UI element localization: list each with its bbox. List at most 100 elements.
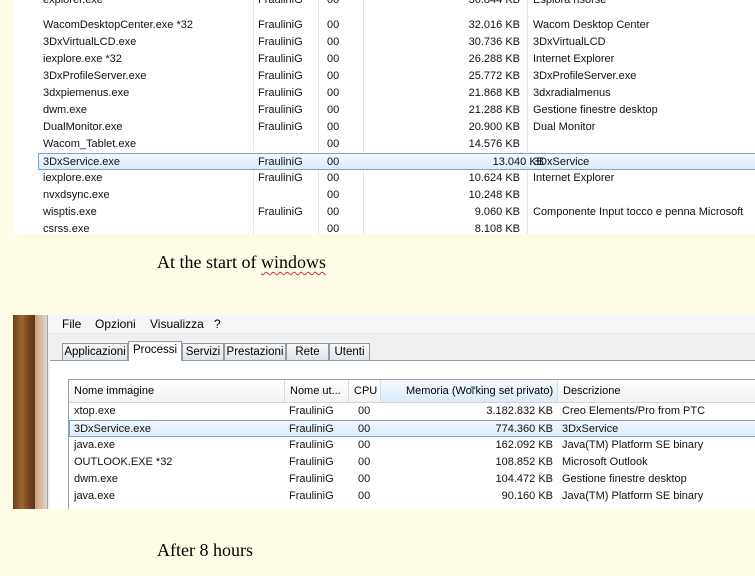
table-header: Nome immagine Nome ut... CPU ▼ Memoria (…	[69, 380, 755, 403]
process-cpu: 00	[327, 172, 340, 184]
process-description: 3DxProfileServer.exe	[533, 70, 637, 82]
processes-panel: Nome immagine Nome ut... CPU ▼ Memoria (…	[50, 360, 755, 509]
process-row[interactable]: nvxdsync.exe 00 10.248 KB	[13, 187, 755, 204]
process-row[interactable]: xtop.exe FrauliniG 00 3.182.832 KB Creo …	[69, 403, 755, 420]
process-row[interactable]: 3DxVirtualLCD.exe FrauliniG 00 30.736 KB…	[13, 34, 755, 51]
process-description: Internet Explorer	[533, 172, 615, 184]
process-memory: 14.576 KB	[468, 138, 520, 150]
process-row[interactable]: OUTLOOK.EXE *32 FrauliniG 00 108.852 KB …	[69, 454, 755, 471]
process-description: 3DxVirtualLCD	[533, 36, 606, 48]
process-name: iexplore.exe *32	[43, 53, 122, 65]
process-row-selected[interactable]: 3DxService.exe FrauliniG 00 774.360 KB 3…	[69, 420, 755, 437]
process-cpu: 00	[327, 70, 340, 82]
process-user: FrauliniG	[258, 156, 303, 168]
process-description: Gestione finestre desktop	[562, 473, 687, 485]
tab-users[interactable]: Utenti	[329, 343, 370, 360]
process-name: Wacom_Tablet.exe	[43, 138, 137, 150]
process-memory: 90.160 KB	[501, 490, 553, 502]
menu-help[interactable]: ?	[214, 317, 221, 331]
process-user: FrauliniG	[258, 87, 303, 99]
tab-bar: Applicazioni Processi Servizi Prestazion…	[48, 341, 755, 361]
column-user-name[interactable]: Nome ut...	[285, 380, 349, 402]
process-row-selected[interactable]: 3DxService.exe FrauliniG 00 13.040 KB 3D…	[38, 153, 755, 170]
process-row[interactable]: 3dxpiemenus.exe FrauliniG 00 21.868 KB 3…	[13, 85, 755, 102]
process-row[interactable]: explorer.exe FrauliniG 00 36.844 KB Espl…	[13, 0, 755, 9]
caption-start-word: windows	[260, 252, 326, 272]
tab-performance[interactable]: Prestazioni	[224, 343, 286, 360]
desktop-background	[13, 315, 35, 509]
menu-options[interactable]: Opzioni	[95, 317, 136, 331]
process-cpu: 00	[327, 121, 340, 133]
menu-view[interactable]: Visualizza	[150, 317, 204, 331]
process-user: FrauliniG	[289, 490, 334, 502]
process-cpu: 00	[358, 456, 371, 468]
menu-file[interactable]: File	[62, 317, 81, 331]
process-name: 3DxProfileServer.exe	[43, 70, 147, 82]
process-cpu: 00	[358, 423, 371, 435]
process-name: xtop.exe	[74, 405, 116, 417]
process-row[interactable]: dwm.exe FrauliniG 00 21.288 KB Gestione …	[13, 102, 755, 119]
process-name: 3DxService.exe	[74, 423, 152, 435]
process-user: FrauliniG	[289, 423, 334, 435]
process-user: FrauliniG	[258, 53, 303, 65]
process-memory: 21.868 KB	[468, 87, 520, 99]
process-cpu: 00	[327, 223, 340, 234]
process-row[interactable]: dwm.exe FrauliniG 00 104.472 KB Gestione…	[69, 471, 755, 488]
tab-applications[interactable]: Applicazioni	[62, 343, 128, 360]
process-memory: 20.900 KB	[468, 121, 520, 133]
process-user: FrauliniG	[258, 104, 303, 116]
process-row[interactable]: iexplore.exe FrauliniG 00 10.624 KB Inte…	[13, 170, 755, 187]
process-description: Creo Elements/Pro from PTC	[562, 405, 706, 417]
tab-processes[interactable]: Processi	[128, 341, 182, 361]
process-cpu: 00	[327, 189, 340, 201]
process-row[interactable]: DualMonitor.exe FrauliniG 00 20.900 KB D…	[13, 119, 755, 136]
process-cpu: 00	[327, 87, 340, 99]
column-image-name[interactable]: Nome immagine	[69, 380, 285, 402]
sort-descending-icon: ▼	[469, 384, 477, 393]
process-description: Java(TM) Platform SE binary	[562, 490, 704, 502]
process-description: Java(TM) Platform SE binary	[562, 439, 704, 451]
process-user: FrauliniG	[258, 172, 303, 184]
process-name: dwm.exe	[43, 104, 88, 116]
process-row[interactable]: java.exe FrauliniG 00 90.160 KB Java(TM)…	[69, 488, 755, 505]
process-list-start-screenshot: explorer.exe FrauliniG 00 36.844 KB Espl…	[13, 0, 755, 234]
process-cpu: 00	[327, 0, 340, 6]
process-row[interactable]: WacomDesktopCenter.exe *32 FrauliniG 00 …	[13, 17, 755, 34]
task-manager-after-screenshot: File Opzioni Visualizza ? Applicazioni P…	[13, 315, 755, 509]
process-cpu: 00	[327, 36, 340, 48]
process-name: OUTLOOK.EXE *32	[74, 456, 173, 468]
process-description: Esplora risorse	[533, 0, 607, 6]
tab-network[interactable]: Rete	[286, 343, 329, 360]
process-description: Wacom Desktop Center	[533, 19, 650, 31]
process-memory: 10.248 KB	[468, 189, 520, 201]
tab-services[interactable]: Servizi	[182, 343, 224, 360]
process-user: FrauliniG	[258, 70, 303, 82]
column-cpu[interactable]: CPU	[349, 380, 381, 402]
process-cpu: 00	[358, 405, 371, 417]
process-memory: 36.844 KB	[468, 0, 520, 6]
process-memory: 162.092 KB	[495, 439, 554, 451]
process-cpu: 00	[358, 473, 371, 485]
process-row[interactable]: iexplore.exe *32 FrauliniG 00 26.288 KB …	[13, 51, 755, 68]
process-user: FrauliniG	[258, 19, 303, 31]
process-name: 3DxVirtualLCD.exe	[43, 36, 137, 48]
process-user: FrauliniG	[289, 439, 334, 451]
process-user: FrauliniG	[258, 36, 303, 48]
process-row[interactable]: Wacom_Tablet.exe 00 14.576 KB	[13, 136, 755, 153]
caption-start: At the start of windows	[157, 252, 326, 273]
process-memory: 32.016 KB	[468, 19, 520, 31]
process-row[interactable]: wisptis.exe FrauliniG 00 9.060 KB Compon…	[13, 204, 755, 221]
process-memory: 26.288 KB	[468, 53, 520, 65]
column-description[interactable]: Descrizione	[558, 380, 755, 402]
process-row[interactable]: 3DxProfileServer.exe FrauliniG 00 25.772…	[13, 68, 755, 85]
process-user: FrauliniG	[289, 405, 334, 417]
process-table: Nome immagine Nome ut... CPU ▼ Memoria (…	[68, 379, 755, 509]
menu-bar: File Opzioni Visualizza ?	[48, 315, 755, 334]
window-border	[35, 315, 47, 509]
process-row[interactable]: csrss.exe 00 8.108 KB	[13, 221, 755, 234]
column-memory[interactable]: ▼ Memoria (Working set privato)	[381, 380, 558, 402]
process-memory: 108.852 KB	[495, 456, 554, 468]
process-row[interactable]: java.exe FrauliniG 00 162.092 KB Java(TM…	[69, 437, 755, 454]
process-memory: 3.182.832 KB	[486, 405, 553, 417]
process-cpu: 00	[327, 138, 340, 150]
